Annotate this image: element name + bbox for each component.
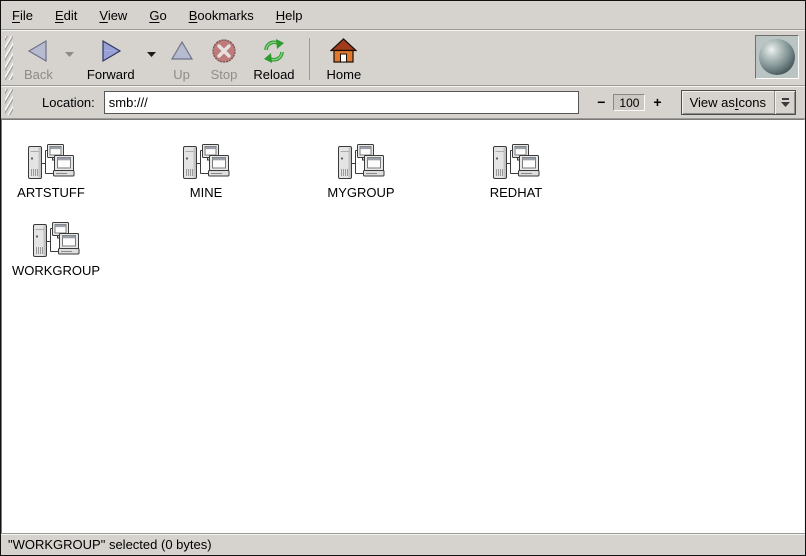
throbber-frame (755, 35, 799, 79)
zoom-in-button[interactable]: + (650, 94, 664, 110)
location-label: Location: (42, 95, 95, 110)
workgroup-item-artstuff[interactable]: ARTSTUFF (1, 144, 116, 200)
zoom-out-button[interactable]: − (594, 94, 608, 110)
view-mode-text-pre: View as (690, 95, 735, 110)
status-bar: "WORKGROUP" selected (0 bytes) (1, 533, 805, 555)
back-history-dropdown[interactable] (61, 39, 79, 69)
reload-label: Reload (253, 67, 294, 82)
workgroup-item-mine[interactable]: MINE (141, 144, 271, 200)
forward-button[interactable]: Forward (79, 34, 143, 84)
workgroup-item-workgroup[interactable]: WORKGROUP (1, 222, 121, 278)
forward-history-dropdown[interactable] (143, 39, 161, 69)
back-icon (25, 37, 51, 65)
stop-icon (211, 37, 237, 65)
reload-button[interactable]: Reload (245, 34, 302, 84)
toolbar-separator (309, 38, 310, 80)
menu-edit-label: dit (64, 8, 78, 23)
toolbar: Back Forward Up (1, 30, 805, 86)
reload-icon (260, 37, 288, 65)
combo-bar (782, 98, 789, 100)
location-bar: Location: − 100 + View as Icons (1, 86, 805, 119)
home-icon (330, 37, 357, 65)
item-label: MINE (190, 185, 223, 200)
back-button[interactable]: Back (16, 34, 61, 84)
up-icon (169, 37, 195, 65)
location-bar-grip[interactable] (5, 89, 13, 115)
icon-view[interactable]: ARTSTUFF MINE MYGROUP REDHAT WORKGROUP (1, 119, 805, 533)
menu-file-label: ile (20, 8, 33, 23)
forward-label: Forward (87, 67, 135, 82)
item-label: REDHAT (490, 185, 542, 200)
location-input[interactable] (104, 91, 579, 114)
zoom-controls: − 100 + (594, 94, 664, 111)
forward-icon (98, 37, 124, 65)
menu-edit-mnemonic: E (55, 8, 64, 23)
menu-file-mnemonic: F (12, 8, 20, 23)
menu-help-mnemonic: H (276, 8, 285, 23)
item-label: ARTSTUFF (17, 185, 85, 200)
home-label: Home (327, 67, 362, 82)
menu-file[interactable]: File (1, 3, 44, 28)
view-mode-selector[interactable]: View as Icons (681, 90, 796, 115)
file-manager-window: File Edit View Go Bookmarks Help Back (0, 0, 806, 556)
menu-go-mnemonic: G (149, 8, 159, 23)
network-workgroup-icon (32, 222, 80, 260)
menu-view-mnemonic: V (99, 8, 107, 23)
workgroup-item-redhat[interactable]: REDHAT (451, 144, 581, 200)
menu-go[interactable]: Go (138, 3, 177, 28)
up-button[interactable]: Up (161, 34, 203, 84)
view-mode-label: View as Icons (682, 91, 774, 114)
stop-button[interactable]: Stop (203, 34, 246, 84)
menu-bookmarks-label: ookmarks (197, 8, 253, 23)
menu-help-label: elp (285, 8, 302, 23)
view-mode-dropdown-arrow[interactable] (774, 91, 795, 114)
network-workgroup-icon (27, 144, 75, 182)
menu-edit[interactable]: Edit (44, 3, 88, 28)
item-label: MYGROUP (327, 185, 394, 200)
menubar: File Edit View Go Bookmarks Help (1, 1, 805, 30)
menu-go-label: o (159, 8, 166, 23)
status-text: "WORKGROUP" selected (0 bytes) (8, 537, 212, 552)
menu-view[interactable]: View (88, 3, 138, 28)
view-mode-text-rest: cons (739, 95, 766, 110)
network-workgroup-icon (182, 144, 230, 182)
zoom-level-indicator: 100 (613, 94, 645, 111)
up-label: Up (173, 67, 190, 82)
back-label: Back (24, 67, 53, 82)
network-workgroup-icon (492, 144, 540, 182)
home-button[interactable]: Home (319, 34, 370, 84)
toolbar-grip[interactable] (5, 36, 13, 80)
network-workgroup-icon (337, 144, 385, 182)
menu-help[interactable]: Help (265, 3, 314, 28)
stop-label: Stop (211, 67, 238, 82)
item-label: WORKGROUP (12, 263, 100, 278)
chevron-down-icon (781, 102, 790, 107)
throbber-globe-icon (759, 39, 795, 75)
menu-view-label: iew (108, 8, 128, 23)
workgroup-item-mygroup[interactable]: MYGROUP (296, 144, 426, 200)
menu-bookmarks[interactable]: Bookmarks (178, 3, 265, 28)
